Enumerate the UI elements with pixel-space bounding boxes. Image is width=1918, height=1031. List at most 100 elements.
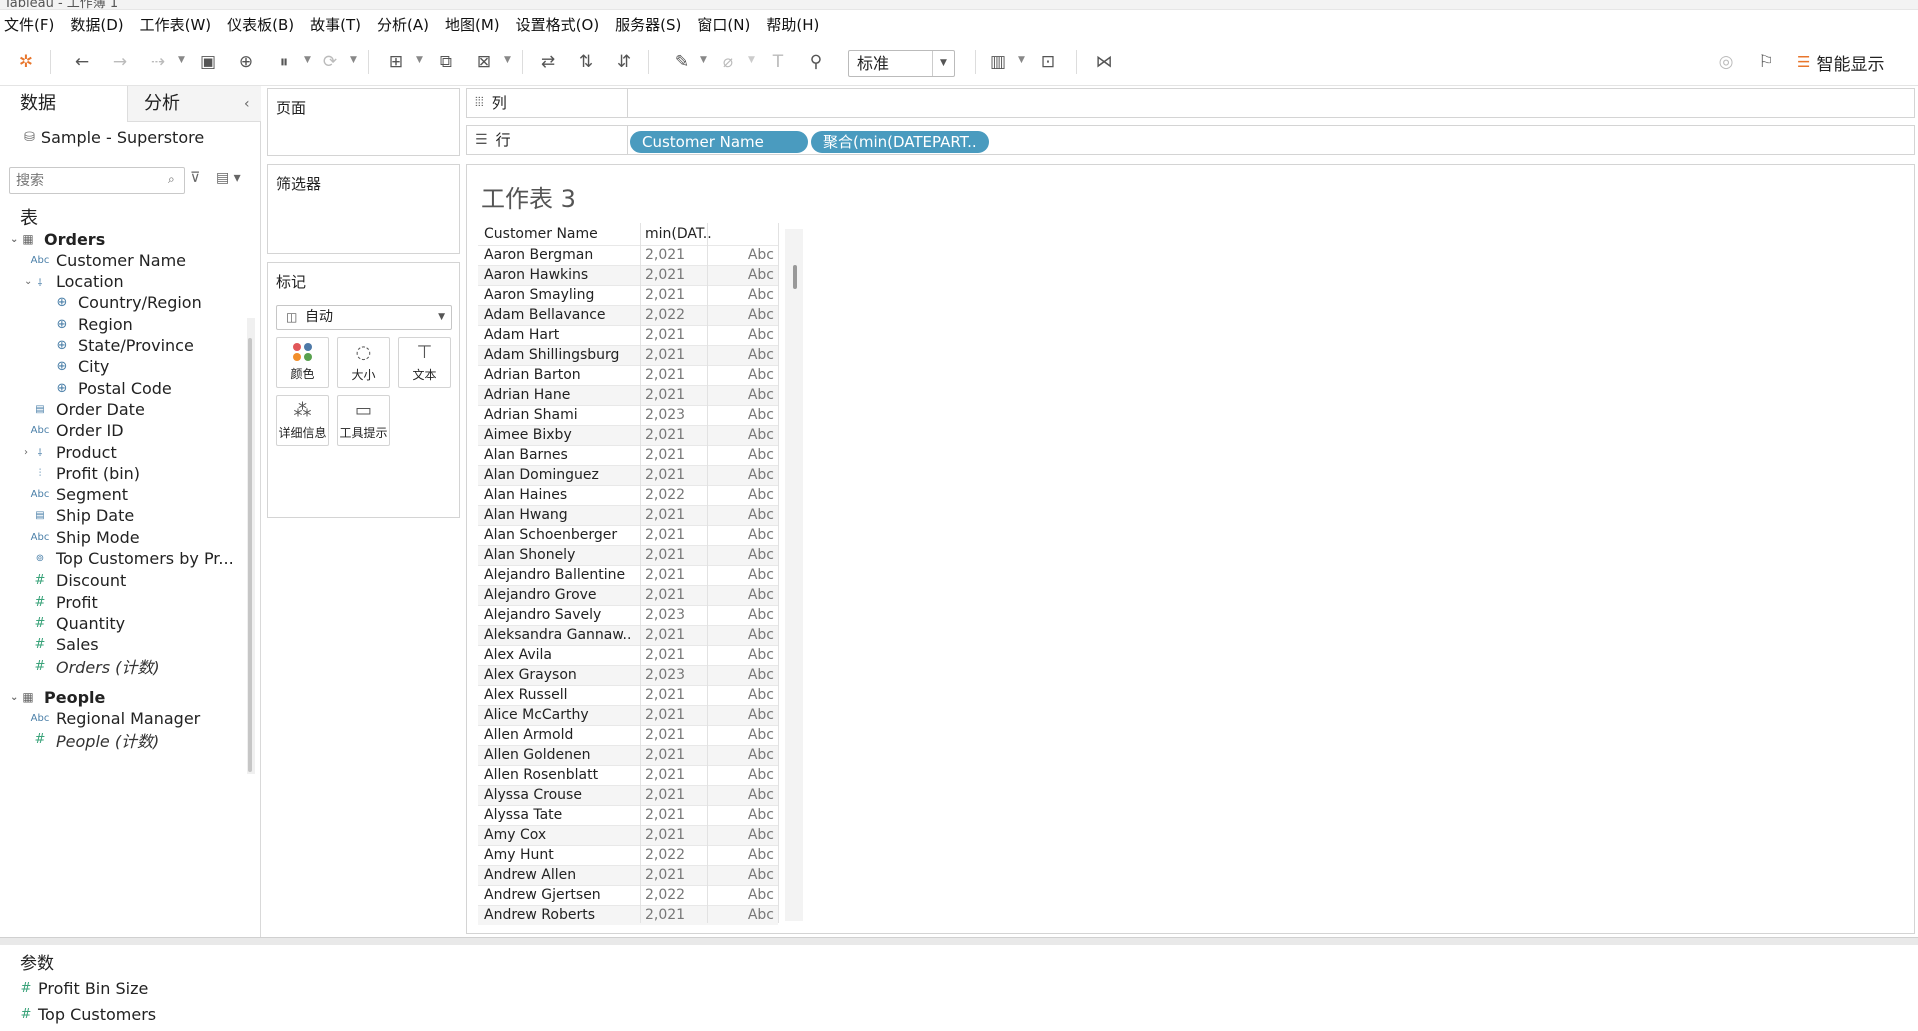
min-datepart-cell[interactable]: 2,021 (645, 245, 701, 265)
customer-name-cell[interactable]: Alejandro Savely (484, 605, 634, 625)
duplicate-sheet-icon[interactable]: ⧉ (434, 50, 458, 74)
min-datepart-cell[interactable]: 2,021 (645, 825, 701, 845)
table-row[interactable]: Andrew Roberts 2,021 Abc (478, 905, 778, 925)
min-datepart-cell[interactable]: 2,021 (645, 285, 701, 305)
customer-name-cell[interactable]: Alan Schoenberger (484, 525, 634, 545)
customer-name-cell[interactable]: Alan Barnes (484, 445, 634, 465)
text-mark-cell[interactable]: Abc (732, 805, 774, 825)
table-row[interactable]: Amy Cox 2,021 Abc (478, 825, 778, 845)
rows-shelf[interactable]: ☰ 行 Customer Name 聚合(min(DATEPART.. (466, 125, 1915, 155)
table-row[interactable]: Alex Avila 2,021 Abc (478, 645, 778, 665)
min-datepart-cell[interactable]: 2,021 (645, 525, 701, 545)
datasource-item[interactable]: ⛁ Sample - Superstore (24, 128, 204, 147)
min-datepart-cell[interactable]: 2,023 (645, 665, 701, 685)
tableau-logo-icon[interactable]: ✲ (14, 50, 38, 74)
text-mark-cell[interactable]: Abc (732, 245, 774, 265)
table-row[interactable]: Alan Shonely 2,021 Abc (478, 545, 778, 565)
fix-axes-icon[interactable]: ⚲ (804, 50, 828, 74)
field-item[interactable]: # Orders (计数) (30, 653, 160, 679)
customer-name-cell[interactable]: Alejandro Grove (484, 585, 634, 605)
show-cards-icon[interactable]: ▥ (986, 50, 1010, 74)
group-dropdown-icon[interactable]: ▼ (748, 55, 755, 65)
table-row[interactable]: Alan Dominguez 2,021 Abc (478, 465, 778, 485)
customer-name-cell[interactable]: Alyssa Tate (484, 805, 634, 825)
customer-name-cell[interactable]: Allen Rosenblatt (484, 765, 634, 785)
table-row[interactable]: Alan Barnes 2,021 Abc (478, 445, 778, 465)
customer-name-cell[interactable]: Aleksandra Gannaw.. (484, 625, 634, 645)
customer-name-cell[interactable]: Aaron Bergman (484, 245, 634, 265)
show-mark-labels-icon[interactable]: T (766, 50, 790, 74)
chevron-down-icon[interactable]: ⌄ (24, 276, 32, 287)
clear-sheet-icon[interactable]: ⊠ (472, 50, 496, 74)
format-painter-icon[interactable]: ⚐ (1754, 50, 1778, 74)
marks-type-select[interactable]: ◫ 自动 ▼ (276, 305, 452, 330)
min-datepart-cell[interactable]: 2,022 (645, 305, 701, 325)
text-mark-cell[interactable]: Abc (732, 585, 774, 605)
search-icon[interactable]: ⌕ (168, 172, 175, 187)
filters-card[interactable]: 筛选器 (267, 164, 460, 254)
text-mark-cell[interactable]: Abc (732, 565, 774, 585)
pause-dropdown-icon[interactable]: ▼ (304, 55, 311, 65)
table-row[interactable]: Alice McCarthy 2,021 Abc (478, 705, 778, 725)
min-datepart-cell[interactable]: 2,022 (645, 845, 701, 865)
customer-name-cell[interactable]: Alyssa Crouse (484, 785, 634, 805)
tooltip-button[interactable]: ▭ 工具提示 (337, 395, 390, 446)
table-row[interactable]: Andrew Gjertsen 2,022 Abc (478, 885, 778, 905)
table-row[interactable]: Adrian Barton 2,021 Abc (478, 365, 778, 385)
sort-descending-icon[interactable]: ⇵ (612, 50, 636, 74)
text-mark-cell[interactable]: Abc (732, 905, 774, 925)
parameter-item[interactable]: # Profit Bin Size (20, 975, 149, 1001)
table-row[interactable]: Adrian Shami 2,023 Abc (478, 405, 778, 425)
new-worksheet-dropdown-icon[interactable]: ▼ (416, 55, 423, 65)
customer-name-cell[interactable]: Adam Hart (484, 325, 634, 345)
highlight-icon[interactable]: ✎ (670, 50, 694, 74)
text-mark-cell[interactable]: Abc (732, 645, 774, 665)
sort-ascending-icon[interactable]: ⇅ (574, 50, 598, 74)
crosstab-scrollbar[interactable] (785, 229, 803, 921)
header-customer-name[interactable]: Customer Name (484, 223, 598, 245)
show-cards-dropdown-icon[interactable]: ▼ (1018, 55, 1025, 65)
text-mark-cell[interactable]: Abc (732, 625, 774, 645)
menu-item[interactable]: 工作表(W) (140, 14, 212, 35)
search-input[interactable] (9, 167, 185, 194)
table-row[interactable]: Adam Shillingsburg 2,021 Abc (478, 345, 778, 365)
color-button[interactable]: 颜色 (276, 337, 329, 388)
text-mark-cell[interactable]: Abc (732, 865, 774, 885)
customer-name-cell[interactable]: Andrew Gjertsen (484, 885, 634, 905)
share-icon[interactable]: ⋈ (1092, 50, 1116, 74)
customer-name-cell[interactable]: Alejandro Ballentine (484, 565, 634, 585)
columns-shelf[interactable]: ⦙⦙⦙ 列 (466, 88, 1915, 118)
header-min-datepart[interactable]: min(DAT.. (645, 223, 712, 245)
chevron-right-icon[interactable]: › (24, 447, 28, 458)
min-datepart-cell[interactable]: 2,021 (645, 645, 701, 665)
table-row[interactable]: Allen Rosenblatt 2,021 Abc (478, 765, 778, 785)
min-datepart-cell[interactable]: 2,023 (645, 405, 701, 425)
customer-name-cell[interactable]: Alice McCarthy (484, 705, 634, 725)
chevron-down-icon[interactable]: ⌄ (10, 234, 18, 245)
text-mark-cell[interactable]: Abc (732, 845, 774, 865)
text-mark-cell[interactable]: Abc (732, 345, 774, 365)
table-row[interactable]: Alan Haines 2,022 Abc (478, 485, 778, 505)
customer-name-cell[interactable]: Andrew Roberts (484, 905, 634, 925)
text-mark-cell[interactable]: Abc (732, 705, 774, 725)
min-datepart-cell[interactable]: 2,021 (645, 705, 701, 725)
size-button[interactable]: ◌ 大小 (337, 337, 390, 388)
menu-item[interactable]: 仪表板(B) (227, 14, 294, 35)
min-datepart-cell[interactable]: 2,021 (645, 745, 701, 765)
customer-name-cell[interactable]: Alan Haines (484, 485, 634, 505)
explain-data-icon[interactable]: ◎ (1714, 50, 1738, 74)
min-datepart-cell[interactable]: 2,021 (645, 805, 701, 825)
show-me-button[interactable]: ☰ 智能显示 (1797, 50, 1884, 75)
text-mark-cell[interactable]: Abc (732, 885, 774, 905)
text-mark-cell[interactable]: Abc (732, 785, 774, 805)
customer-name-cell[interactable]: Adrian Shami (484, 405, 634, 425)
detail-button[interactable]: ⁂ 详细信息 (276, 395, 329, 446)
min-datepart-cell[interactable]: 2,021 (645, 725, 701, 745)
new-worksheet-icon[interactable]: ⊞ (384, 50, 408, 74)
table-row[interactable]: Alejandro Grove 2,021 Abc (478, 585, 778, 605)
min-datepart-cell[interactable]: 2,021 (645, 465, 701, 485)
customer-name-cell[interactable]: Aaron Smayling (484, 285, 634, 305)
text-mark-cell[interactable]: Abc (732, 605, 774, 625)
menu-item[interactable]: 数据(D) (70, 14, 123, 35)
min-datepart-cell[interactable]: 2,021 (645, 685, 701, 705)
